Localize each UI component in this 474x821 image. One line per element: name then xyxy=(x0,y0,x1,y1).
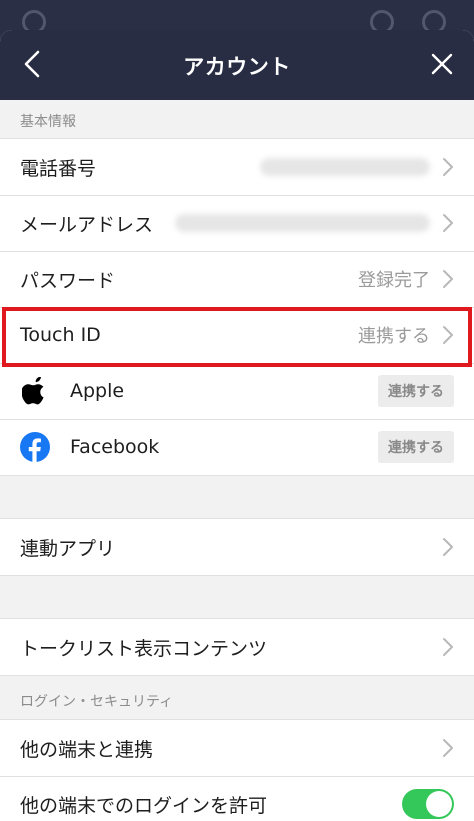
touch-id-label: Touch ID xyxy=(20,324,101,346)
apple-label: Apple xyxy=(70,380,125,402)
linked-apps-label: 連動アプリ xyxy=(20,537,116,560)
apple-logo-icon xyxy=(20,376,50,406)
chevron-right-icon xyxy=(443,214,453,232)
close-button[interactable] xyxy=(424,46,460,82)
notification-icon xyxy=(370,10,394,30)
phone-label: 電話番号 xyxy=(20,157,97,180)
chevron-right-icon xyxy=(443,270,453,288)
header-bar: アカウント xyxy=(0,30,474,100)
apple-link-button[interactable]: 連携する xyxy=(378,375,454,407)
facebook-link-button[interactable]: 連携する xyxy=(378,431,454,463)
settings-icon xyxy=(22,10,46,30)
profile-icon xyxy=(422,10,446,30)
talk-list-content-label: トークリスト表示コンテンツ xyxy=(20,637,268,660)
login-permission-toggle[interactable] xyxy=(402,789,454,819)
talk-list-content-row[interactable]: トークリスト表示コンテンツ xyxy=(0,619,474,675)
chevron-right-icon xyxy=(443,638,453,656)
toggle-knob xyxy=(426,791,452,817)
close-icon xyxy=(431,53,453,75)
password-status: 登録完了 xyxy=(358,270,430,291)
login-permission-label: 他の端末でのログインを許可 xyxy=(20,794,268,817)
chevron-right-icon xyxy=(443,158,453,176)
status-strip xyxy=(0,0,474,30)
email-row[interactable]: メールアドレス xyxy=(0,195,474,251)
touch-id-row[interactable]: Touch ID 連携する xyxy=(0,307,474,363)
section-gap xyxy=(0,575,474,619)
account-sheet: アカウント 基本情報 電話番号 メールアドレス パスワード 登録完了 Touch… xyxy=(0,30,474,821)
phone-value-blurred xyxy=(260,158,430,176)
login-permission-row: 他の端末でのログインを許可 xyxy=(0,776,474,821)
section-label-basic-info: 基本情報 xyxy=(0,100,474,138)
linked-apps-list: 連動アプリ xyxy=(0,519,474,575)
chevron-right-icon xyxy=(443,739,453,757)
chevron-right-icon xyxy=(443,538,453,556)
facebook-row: Facebook 連携する xyxy=(0,419,474,475)
other-devices-label: 他の端末と連携 xyxy=(20,738,154,761)
other-devices-row[interactable]: 他の端末と連携 xyxy=(0,720,474,776)
section-gap xyxy=(0,475,474,519)
linked-apps-row[interactable]: 連動アプリ xyxy=(0,519,474,575)
facebook-logo-icon xyxy=(20,432,50,462)
section-label-security: ログイン・セキュリティ xyxy=(0,675,474,719)
password-label: パスワード xyxy=(20,269,116,292)
email-value-blurred xyxy=(175,214,430,232)
touch-id-status: 連携する xyxy=(358,326,430,347)
basic-info-list: 電話番号 メールアドレス パスワード 登録完了 Touch ID 連携する Ap… xyxy=(0,138,474,475)
phone-row[interactable]: 電話番号 xyxy=(0,139,474,195)
chevron-right-icon xyxy=(443,326,453,344)
email-label: メールアドレス xyxy=(20,213,154,236)
talk-list-list: トークリスト表示コンテンツ xyxy=(0,619,474,675)
password-row[interactable]: パスワード 登録完了 xyxy=(0,251,474,307)
facebook-label: Facebook xyxy=(70,436,160,458)
apple-row: Apple 連携する xyxy=(0,363,474,419)
security-list: 他の端末と連携 他の端末でのログインを許可 xyxy=(0,719,474,821)
page-title: アカウント xyxy=(183,55,291,79)
